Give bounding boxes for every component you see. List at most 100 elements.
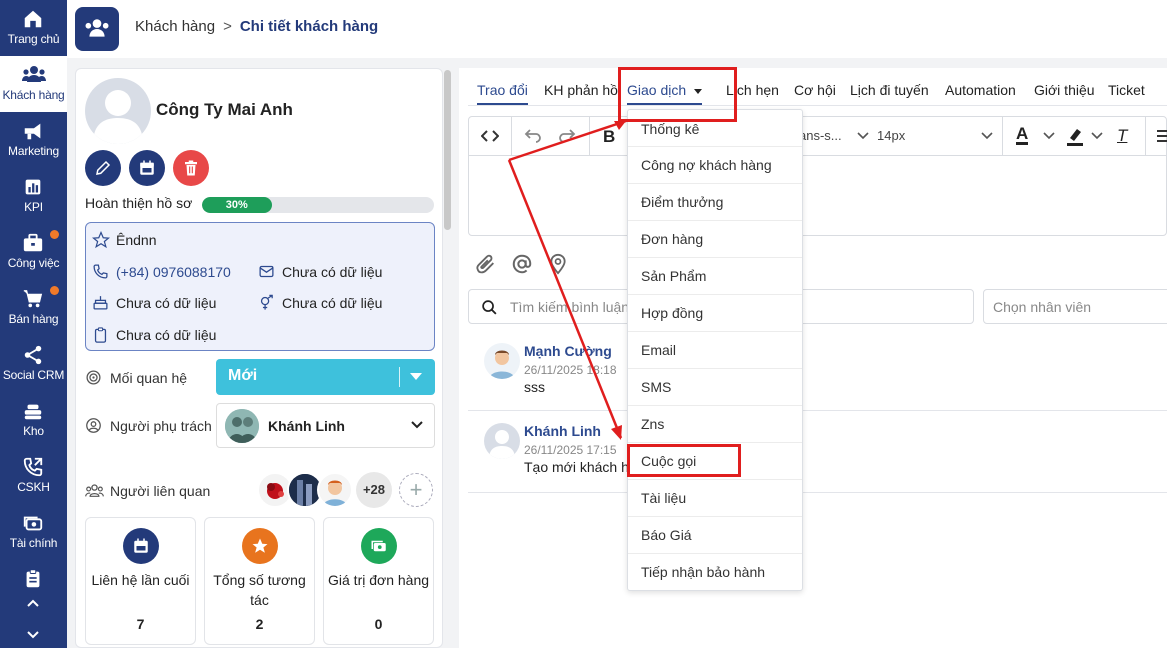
panel-scrollbar[interactable] [443, 68, 452, 648]
delete-button[interactable] [173, 150, 209, 186]
code-icon[interactable] [481, 128, 499, 144]
owner-select[interactable]: Khánh Linh [216, 403, 435, 448]
nav-label: CSKH [17, 480, 50, 494]
comment-item: Mạnh Cường 26/11/2025 18:18 sss [468, 333, 1167, 411]
menu-item-bao-gia[interactable]: Báo Giá [628, 517, 802, 554]
nav-label: Marketing [8, 144, 59, 158]
caret-down-icon [410, 373, 422, 380]
at-sign-icon[interactable] [511, 253, 533, 275]
menu-item-diem-thuong[interactable]: Điểm thưởng [628, 184, 802, 221]
nav-item-kpi[interactable]: KPI [0, 168, 67, 224]
chevron-down-icon[interactable] [981, 132, 993, 140]
tab-automation[interactable]: Automation [945, 82, 1016, 98]
nav-item-marketing[interactable]: Marketing [0, 112, 67, 168]
relation-select[interactable]: Mới [216, 359, 435, 395]
cash-icon [361, 528, 397, 564]
scroll-down-icon[interactable] [26, 630, 40, 640]
add-related-button[interactable]: + [399, 473, 433, 507]
activity-panel: Trao đổi KH phản hồi Giao dịch Lịch hẹn … [459, 68, 1167, 648]
nav-item-sales[interactable]: Bán hàng [0, 280, 67, 336]
highlighter-icon[interactable] [1065, 126, 1085, 146]
scroll-up-icon[interactable] [26, 598, 40, 608]
comment-editor[interactable]: B ans-s... 14px A T [468, 116, 1167, 236]
users-icon [22, 66, 46, 82]
clipboard-icon [26, 569, 40, 588]
phone-number[interactable]: (+84) 0976088170 [116, 264, 231, 280]
customer-avatar [85, 78, 151, 144]
font-family-select[interactable]: ans-s... [799, 128, 842, 143]
nav-label: Trang chủ [7, 32, 60, 46]
more-related-count[interactable]: +28 [356, 472, 392, 508]
owner-avatar [225, 409, 259, 443]
related-avatar[interactable] [317, 472, 353, 508]
comment-text: Tạo mới khách h [524, 459, 629, 475]
left-navigation: Trang chủ Khách hàng Marketing KPI Công … [0, 0, 67, 648]
nav-item-tasks[interactable]: Công việc [0, 224, 67, 280]
nav-item-warehouse[interactable]: Kho [0, 392, 67, 448]
page-icon [75, 7, 119, 51]
stat-label: Giá trị đơn hàng [328, 572, 430, 588]
tab-kh-phan-hoi[interactable]: KH phản hồi [544, 82, 621, 98]
menu-item-hop-dong[interactable]: Hợp đồng [628, 295, 802, 332]
calendar-icon [140, 160, 154, 175]
tab-trao-doi[interactable]: Trao đổi [477, 82, 528, 105]
nav-label: KPI [24, 200, 43, 214]
nav-label: Bán hàng [8, 312, 59, 326]
menu-item-don-hang[interactable]: Đơn hàng [628, 221, 802, 258]
clear-format-button[interactable]: T [1117, 126, 1127, 146]
menu-item-email[interactable]: Email [628, 332, 802, 369]
cart-icon [23, 290, 43, 308]
nav-item-home[interactable]: Trang chủ [0, 0, 67, 56]
paperclip-icon[interactable] [475, 253, 497, 275]
chevron-down-icon[interactable] [1043, 132, 1055, 140]
text-color-button[interactable]: A [1016, 125, 1029, 145]
list-icon[interactable] [1157, 129, 1167, 143]
nav-item-finance[interactable]: Tài chính [0, 504, 67, 560]
staff-select[interactable]: Chọn nhân viên [983, 289, 1167, 324]
menu-item-bao-hanh[interactable]: Tiếp nhận bảo hành [628, 554, 802, 591]
bold-button[interactable]: B [603, 127, 615, 147]
menu-item-label: SMS [641, 379, 672, 395]
menu-item-tai-lieu[interactable]: Tài liệu [628, 480, 802, 517]
birthday-value: Chưa có dữ liệu [116, 295, 217, 311]
menu-item-san-pham[interactable]: Sản Phẩm [628, 258, 802, 295]
menu-item-cong-no[interactable]: Công nợ khách hàng [628, 147, 802, 184]
rating-name: Êndnn [116, 232, 157, 248]
megaphone-icon [24, 123, 41, 140]
menu-item-sms[interactable]: SMS [628, 369, 802, 406]
menu-item-zns[interactable]: Zns [628, 406, 802, 443]
comment-text: sss [524, 379, 545, 395]
nav-item-cskh[interactable]: CSKH [0, 448, 67, 504]
chevron-down-icon[interactable] [1091, 132, 1103, 140]
staff-placeholder: Chọn nhân viên [993, 299, 1092, 315]
font-size-select[interactable]: 14px [877, 128, 905, 143]
phone-icon [93, 264, 108, 279]
menu-item-label: Sản Phẩm [641, 268, 707, 284]
home-icon [24, 10, 42, 28]
nav-item-customers[interactable]: Khách hàng [0, 56, 67, 112]
breadcrumb-parent[interactable]: Khách hàng [135, 18, 215, 35]
calendar-icon [123, 528, 159, 564]
tab-lich-di-tuyen[interactable]: Lịch đi tuyến [850, 82, 929, 98]
owner-label: Người phụ trách [110, 418, 212, 434]
undo-icon[interactable] [524, 128, 542, 144]
nav-item-social-crm[interactable]: Social CRM [0, 336, 67, 392]
comment-author[interactable]: Khánh Linh [524, 423, 601, 439]
mail-icon [259, 265, 274, 278]
redo-icon[interactable] [558, 128, 576, 144]
tab-ticket[interactable]: Ticket [1108, 82, 1145, 98]
relation-value: Mới [228, 367, 258, 384]
comment-author[interactable]: Mạnh Cường [524, 343, 612, 359]
chevron-down-icon[interactable] [857, 132, 869, 140]
stat-value: 0 [374, 616, 383, 632]
scrollbar-thumb[interactable] [444, 70, 451, 230]
nav-label: Social CRM [2, 368, 65, 382]
tab-co-hoi[interactable]: Cơ hội [794, 82, 836, 98]
location-pin-icon[interactable] [548, 253, 568, 275]
tab-gioi-thieu[interactable]: Giới thiệu [1034, 82, 1095, 98]
money-icon [23, 516, 43, 531]
edit-button[interactable] [85, 150, 121, 186]
search-icon [482, 300, 497, 315]
nav-item-more[interactable] [0, 560, 67, 590]
schedule-button[interactable] [129, 150, 165, 186]
